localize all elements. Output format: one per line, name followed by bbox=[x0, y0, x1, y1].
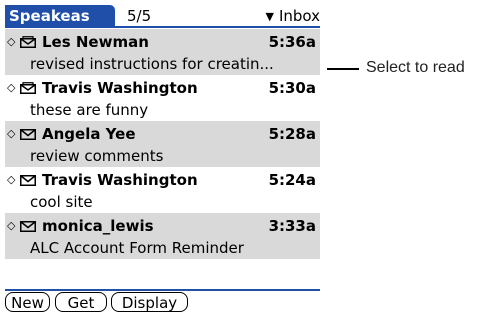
diamond-icon: ◇ bbox=[7, 173, 16, 186]
diamond-icon: ◇ bbox=[7, 127, 16, 140]
title-divider bbox=[5, 26, 320, 28]
envelope-open-icon bbox=[20, 82, 36, 94]
diamond-icon: ◇ bbox=[7, 219, 16, 232]
title-bar: Speakeas 5/5 ▼ Inbox bbox=[5, 5, 320, 27]
sender-name: monica_lewis bbox=[42, 217, 154, 235]
new-button[interactable]: New bbox=[5, 292, 50, 312]
sender-name: Angela Yee bbox=[42, 125, 136, 143]
message-row[interactable]: ◇ Les Newman 5:36a revised instructions … bbox=[5, 29, 320, 75]
envelope-open-icon bbox=[20, 36, 36, 48]
envelope-icon bbox=[20, 221, 36, 232]
sender-name: Les Newman bbox=[42, 33, 149, 51]
message-subject: review comments bbox=[30, 147, 164, 165]
envelope-icon bbox=[20, 129, 36, 140]
message-subject: these are funny bbox=[30, 101, 149, 119]
get-button[interactable]: Get bbox=[55, 292, 107, 312]
app-title[interactable]: Speakeas bbox=[5, 5, 115, 27]
message-counter: 5/5 bbox=[127, 7, 152, 25]
palm-screen: Speakeas 5/5 ▼ Inbox ◇ Les Newman 5:36a r… bbox=[0, 0, 325, 315]
message-time: 5:36a bbox=[268, 33, 316, 51]
diamond-icon: ◇ bbox=[7, 35, 16, 48]
message-time: 5:24a bbox=[268, 171, 316, 189]
category-label: Inbox bbox=[278, 7, 320, 25]
triangle-down-icon: ▼ bbox=[265, 10, 274, 23]
sender-name: Travis Washington bbox=[42, 171, 198, 189]
message-subject: revised instructions for creatin... bbox=[30, 55, 274, 73]
message-row[interactable]: ◇ Travis Washington 5:24a cool site bbox=[5, 167, 320, 213]
message-time: 3:33a bbox=[268, 217, 316, 235]
message-row[interactable]: ◇ Travis Washington 5:30a these are funn… bbox=[5, 75, 320, 121]
diamond-icon: ◇ bbox=[7, 81, 16, 94]
message-subject: cool site bbox=[30, 193, 93, 211]
envelope-icon bbox=[20, 175, 36, 186]
category-picker[interactable]: ▼ Inbox bbox=[265, 5, 320, 27]
message-subject: ALC Account Form Reminder bbox=[30, 239, 244, 257]
bottom-divider bbox=[5, 289, 320, 291]
message-time: 5:28a bbox=[268, 125, 316, 143]
message-row[interactable]: ◇ monica_lewis 3:33a ALC Account Form Re… bbox=[5, 213, 320, 259]
sender-name: Travis Washington bbox=[42, 79, 198, 97]
message-row[interactable]: ◇ Angela Yee 5:28a review comments bbox=[5, 121, 320, 167]
callout-label: Select to read bbox=[366, 59, 465, 76]
callout-leader-line bbox=[327, 68, 359, 70]
message-time: 5:30a bbox=[268, 79, 316, 97]
display-button[interactable]: Display bbox=[111, 292, 188, 312]
message-list: ◇ Les Newman 5:36a revised instructions … bbox=[5, 29, 320, 259]
